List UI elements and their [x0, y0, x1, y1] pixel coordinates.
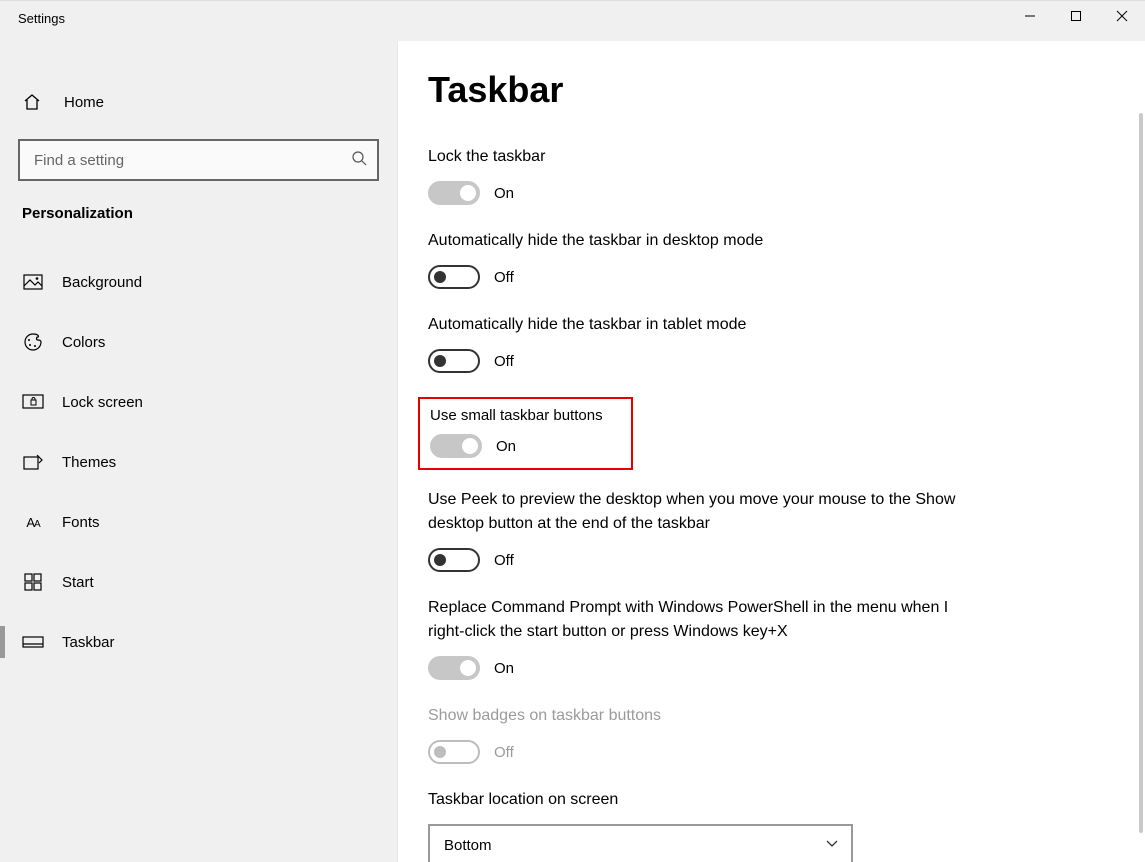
scrollbar[interactable] [1139, 113, 1143, 833]
dropdown-taskbar-location[interactable]: Bottom [428, 824, 853, 862]
toggle-small-buttons[interactable] [430, 434, 482, 458]
search-icon [351, 150, 367, 170]
sidebar-item-label: Taskbar [62, 634, 115, 651]
sidebar-item-label: Themes [62, 454, 116, 471]
toggle-state: Off [494, 269, 514, 286]
setting-label-hide-desktop: Automatically hide the taskbar in deskto… [428, 229, 988, 253]
setting-label-lock: Lock the taskbar [428, 145, 988, 169]
close-button[interactable] [1099, 1, 1145, 31]
highlighted-setting: Use small taskbar buttons On [418, 397, 633, 470]
sidebar-item-label: Fonts [62, 514, 100, 531]
sidebar-item-background[interactable]: Background [0, 252, 397, 312]
page-title: Taskbar [428, 69, 1105, 111]
fonts-icon: AA [22, 515, 44, 530]
sidebar-item-label: Start [62, 574, 94, 591]
setting-label-powershell: Replace Command Prompt with Windows Powe… [428, 596, 988, 644]
toggle-badges [428, 740, 480, 764]
main-content: Taskbar Lock the taskbar On Automaticall… [398, 41, 1145, 862]
sidebar-item-label: Colors [62, 334, 105, 351]
nav-home[interactable]: Home [0, 79, 397, 125]
window-title: Settings [0, 1, 398, 26]
dropdown-value: Bottom [444, 837, 492, 854]
sidebar-item-label: Lock screen [62, 394, 143, 411]
toggle-hide-desktop[interactable] [428, 265, 480, 289]
taskbar-icon [22, 636, 44, 648]
palette-icon [22, 332, 44, 352]
category-label: Personalization [0, 181, 397, 228]
toggle-state: On [494, 185, 514, 202]
search-field[interactable] [34, 152, 351, 169]
toggle-state: Off [494, 744, 514, 761]
search-input[interactable] [18, 139, 379, 181]
setting-label-badges: Show badges on taskbar buttons [428, 704, 988, 728]
toggle-state: Off [494, 552, 514, 569]
setting-label-peek: Use Peek to preview the desktop when you… [428, 488, 988, 536]
toggle-powershell[interactable] [428, 656, 480, 680]
sidebar-item-label: Background [62, 274, 142, 291]
toggle-state: On [494, 660, 514, 677]
setting-label-small-buttons: Use small taskbar buttons [430, 407, 621, 424]
chevron-down-icon [825, 836, 839, 854]
themes-icon [22, 453, 44, 471]
sidebar-item-taskbar[interactable]: Taskbar [0, 612, 397, 672]
titlebar: Settings [0, 1, 1145, 41]
sidebar: Home Personalization Background [0, 41, 398, 862]
setting-label-location: Taskbar location on screen [428, 788, 988, 812]
minimize-button[interactable] [1007, 1, 1053, 31]
setting-label-hide-tablet: Automatically hide the taskbar in tablet… [428, 313, 988, 337]
lock-screen-icon [22, 394, 44, 410]
sidebar-item-themes[interactable]: Themes [0, 432, 397, 492]
sidebar-item-lock-screen[interactable]: Lock screen [0, 372, 397, 432]
sidebar-item-colors[interactable]: Colors [0, 312, 397, 372]
home-icon [22, 92, 44, 112]
toggle-hide-tablet[interactable] [428, 349, 480, 373]
start-icon [22, 573, 44, 591]
toggle-state: Off [494, 353, 514, 370]
toggle-state: On [496, 438, 516, 455]
sidebar-item-fonts[interactable]: AA Fonts [0, 492, 397, 552]
sidebar-item-start[interactable]: Start [0, 552, 397, 612]
maximize-button[interactable] [1053, 1, 1099, 31]
nav-home-label: Home [64, 94, 104, 111]
toggle-peek[interactable] [428, 548, 480, 572]
picture-icon [22, 274, 44, 290]
toggle-lock-taskbar[interactable] [428, 181, 480, 205]
